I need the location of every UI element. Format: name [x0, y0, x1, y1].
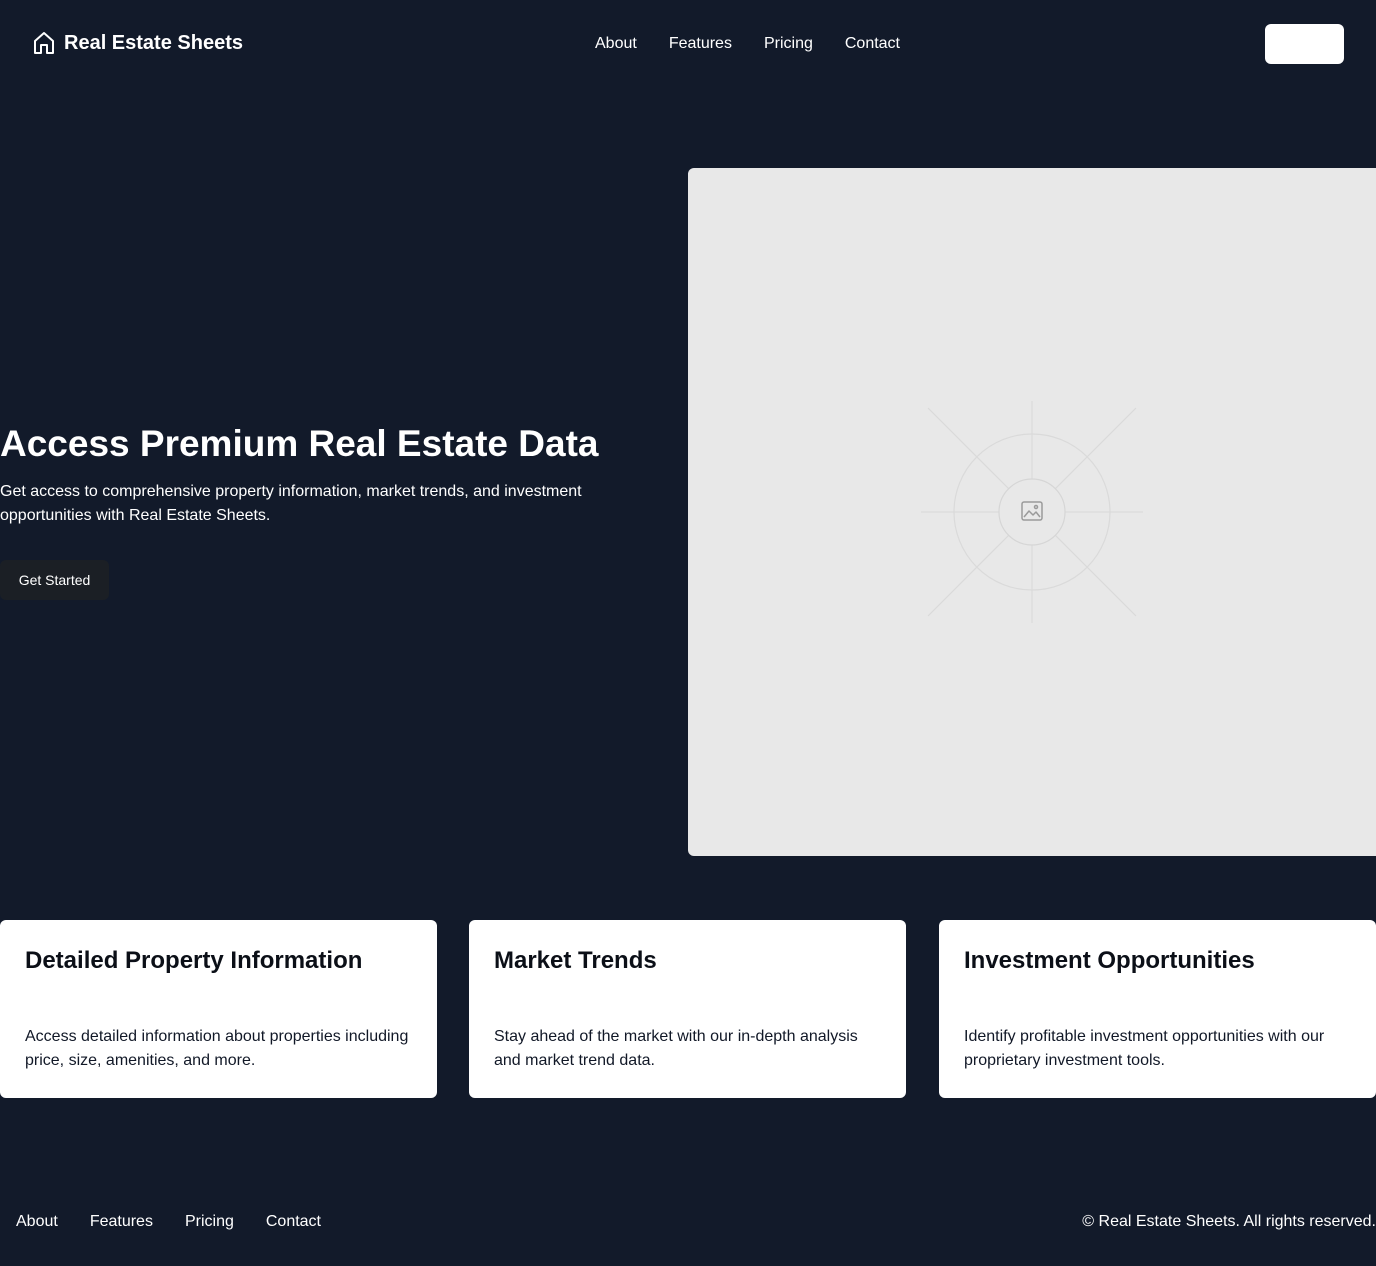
nav-item-contact[interactable]: Contact [845, 33, 900, 55]
hero-image-placeholder [688, 168, 1376, 856]
brand-name: Real Estate Sheets [64, 31, 243, 54]
nav-item-pricing[interactable]: Pricing [764, 33, 813, 55]
site-header: Real Estate Sheets About Features Pricin… [0, 0, 1376, 88]
get-started-button[interactable]: Get Started [0, 560, 109, 600]
footer-link-about[interactable]: About [16, 1211, 58, 1233]
hero-title: Access Premium Real Estate Data [0, 423, 599, 464]
brand-logo-link[interactable]: Real Estate Sheets [32, 30, 243, 56]
feature-card-investment: Investment Opportunities Identify profit… [939, 920, 1376, 1098]
feature-card-property-info: Detailed Property Information Access det… [0, 920, 437, 1098]
footer-nav: About Features Pricing Contact [16, 1211, 321, 1233]
main-nav: About Features Pricing Contact [595, 33, 900, 55]
feature-card-description: Access detailed information about proper… [25, 1028, 409, 1069]
feature-card-title: Detailed Property Information [25, 947, 363, 974]
landing-page: Real Estate Sheets About Features Pricin… [0, 0, 1376, 1266]
feature-card-title: Investment Opportunities [964, 947, 1255, 974]
footer-link-pricing[interactable]: Pricing [185, 1211, 234, 1233]
nav-item-about[interactable]: About [595, 33, 637, 55]
feature-card-title: Market Trends [494, 947, 657, 974]
footer-link-features[interactable]: Features [90, 1211, 153, 1233]
feature-card-description: Identify profitable investment opportuni… [964, 1028, 1325, 1069]
header-action-button[interactable] [1265, 24, 1344, 64]
hero-subtitle: Get access to comprehensive property inf… [0, 483, 582, 524]
feature-card-market-trends: Market Trends Stay ahead of the market w… [469, 920, 906, 1098]
footer-link-contact[interactable]: Contact [266, 1211, 321, 1233]
home-icon [32, 30, 56, 56]
feature-card-description: Stay ahead of the market with our in-dep… [494, 1028, 858, 1069]
image-placeholder-graphic [921, 401, 1143, 623]
copyright-text: © Real Estate Sheets. All rights reserve… [1082, 1213, 1376, 1230]
nav-item-features[interactable]: Features [669, 33, 732, 55]
